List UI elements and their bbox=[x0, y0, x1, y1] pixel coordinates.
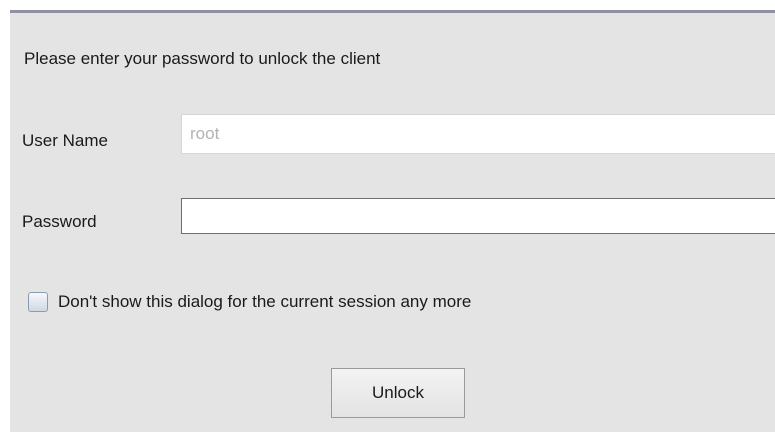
dont-show-checkbox[interactable] bbox=[28, 292, 48, 312]
username-field[interactable] bbox=[181, 114, 775, 154]
dont-show-option[interactable]: Don't show this dialog for the current s… bbox=[28, 290, 471, 314]
unlock-button[interactable]: Unlock bbox=[331, 368, 465, 418]
username-label: User Name bbox=[22, 131, 108, 150]
password-label: Password bbox=[22, 212, 97, 231]
unlock-dialog: Please enter your password to unlock the… bbox=[10, 10, 775, 432]
page: Please enter your password to unlock the… bbox=[0, 0, 775, 432]
dont-show-checkbox-label[interactable]: Don't show this dialog for the current s… bbox=[58, 292, 471, 312]
password-field[interactable] bbox=[181, 198, 775, 234]
dialog-prompt: Please enter your password to unlock the… bbox=[24, 49, 381, 68]
